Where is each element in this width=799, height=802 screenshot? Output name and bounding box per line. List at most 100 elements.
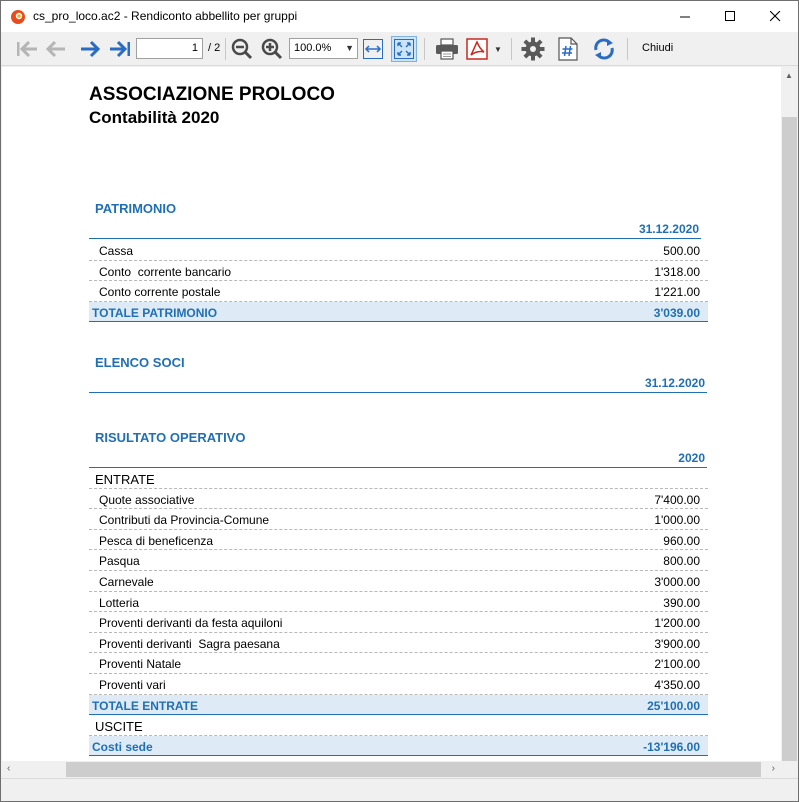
subtotal-label: Costi sede [92,739,153,754]
table-row: Proventi derivanti da festa aquiloni 1'2… [89,612,708,633]
toolbar-separator [627,38,628,60]
maximize-icon [725,10,735,21]
close-icon [770,10,781,21]
scroll-right-icon[interactable]: › [772,763,775,774]
group-label: USCITE [95,719,143,735]
row-label: Pasqua [99,554,140,569]
gear-icon [521,37,545,61]
row-value: 1'318.00 [654,264,700,279]
section-title-risultato: RISULTATO OPERATIVO [95,430,246,445]
report-subtitle: Contabilità 2020 [89,108,220,127]
row-label: Proventi derivanti da festa aquiloni [99,616,283,631]
row-value: 960.00 [663,533,700,548]
pdf-menu-chevron-icon[interactable]: ▼ [494,45,502,54]
zoom-select[interactable]: 100.0% ▼ [289,38,358,59]
page-hash-icon [558,37,578,61]
print-button[interactable] [433,36,461,62]
zoom-out-icon [231,38,253,60]
table-row: Proventi Natale 2'100.00 [89,653,708,674]
first-page-button[interactable] [15,36,39,62]
close-window-button[interactable] [753,1,798,31]
next-page-button[interactable] [77,36,103,62]
fit-width-button[interactable] [362,36,384,62]
horizontal-scrollbar[interactable]: ‹ › [2,761,781,778]
subtotal-value: -13'196.00 [643,739,700,754]
group-label: ENTRATE [95,472,155,487]
section-title-patrimonio: PATRIMONIO [95,201,177,216]
row-value: 390.00 [663,595,700,610]
table-row: Conto corrente postale 1'221.00 [89,281,708,302]
horizontal-scroll-thumb[interactable] [66,762,761,777]
arrow-left-icon [45,40,65,58]
report-window: cs_pro_loco.ac2 - Rendiconto abbellito p… [0,0,799,802]
row-value: 500.00 [663,244,700,258]
table-row: Lotteria 390.00 [89,592,708,613]
pdf-export-button[interactable]: ▼ [464,36,504,62]
pdf-icon [466,38,488,60]
row-value: 3'900.00 [654,636,700,651]
page-number-input[interactable]: 1 [136,38,203,59]
page-number-button[interactable] [555,36,581,62]
row-label: Contributi da Provincia-Comune [99,513,270,528]
row-value: 1'221.00 [654,285,700,300]
first-page-icon [17,40,37,58]
toolbar-separator [511,38,512,60]
zoom-value: 100.0% [294,42,332,54]
total-value: 25'100.00 [647,698,700,713]
status-bar [1,778,798,801]
row-value: 3'000.00 [654,575,700,589]
title-bar: cs_pro_loco.ac2 - Rendiconto abbellito p… [1,1,798,32]
table-row: Quote associative 7'400.00 [89,489,708,510]
report-preview: ASSOCIAZIONE PROLOCO Contabilità 2020 PA… [2,67,781,761]
row-value: 2'100.00 [654,657,700,672]
vertical-scrollbar[interactable]: ▲ [781,67,798,761]
row-value: 1'000.00 [654,513,700,528]
total-label: TOTALE ENTRATE [92,698,198,713]
row-label: Proventi vari [99,678,166,692]
arrow-right-icon [81,40,101,58]
fit-width-icon [363,39,383,59]
table-row: Pasqua 800.00 [89,550,708,571]
fit-page-button[interactable] [391,36,417,62]
row-label: Proventi derivanti Sagra paesana [99,636,280,651]
zoom-in-button[interactable] [259,36,285,62]
table-row: Pesca di beneficenza 960.00 [89,530,708,551]
vertical-scroll-thumb[interactable] [782,117,797,761]
close-report-button[interactable]: Chiudi [642,42,673,54]
table-row: Conto corrente bancario 1'318.00 [89,261,708,282]
scroll-up-icon[interactable]: ▲ [785,71,793,80]
refresh-icon [594,38,614,60]
total-label: TOTALE PATRIMONIO [92,305,218,320]
toolbar-separator [225,38,226,60]
maximize-button[interactable] [708,1,753,31]
table-row: Carnevale 3'000.00 [89,571,708,592]
total-row-patrimonio: TOTALE PATRIMONIO 3'039.00 [89,301,708,323]
window-title: cs_pro_loco.ac2 - Rendiconto abbellito p… [33,9,298,23]
row-value: 7'400.00 [654,492,700,507]
group-header-entrate: ENTRATE [89,468,708,489]
last-page-icon [110,40,130,58]
row-value: 1'200.00 [654,616,700,631]
column-header-soci: 31.12.2020 [89,373,707,393]
zoom-out-button[interactable] [230,36,254,62]
fit-page-icon [394,39,414,59]
row-label: Conto corrente postale [99,285,221,300]
table-row: Proventi vari 4'350.00 [89,674,708,695]
minimize-button[interactable] [663,1,708,31]
report-title: ASSOCIAZIONE PROLOCO [89,84,335,105]
scroll-left-icon[interactable]: ‹ [7,763,10,774]
refresh-button[interactable] [590,36,618,62]
subtotal-row-costi-sede: Costi sede -13'196.00 [89,735,708,757]
row-label: Conto corrente bancario [99,264,232,279]
table-row: Proventi derivanti Sagra paesana 3'900.0… [89,633,708,654]
row-value: 4'350.00 [654,678,700,692]
row-label: Pesca di beneficenza [99,533,214,548]
last-page-button[interactable] [107,36,133,62]
group-header-uscite: USCITE [89,715,708,736]
row-label: Proventi Natale [99,657,182,672]
zoom-in-icon [261,38,283,60]
table-row: Cassa 500.00 [89,240,708,261]
row-label: Quote associative [99,492,195,507]
previous-page-button[interactable] [44,36,68,62]
settings-button[interactable] [519,36,547,62]
